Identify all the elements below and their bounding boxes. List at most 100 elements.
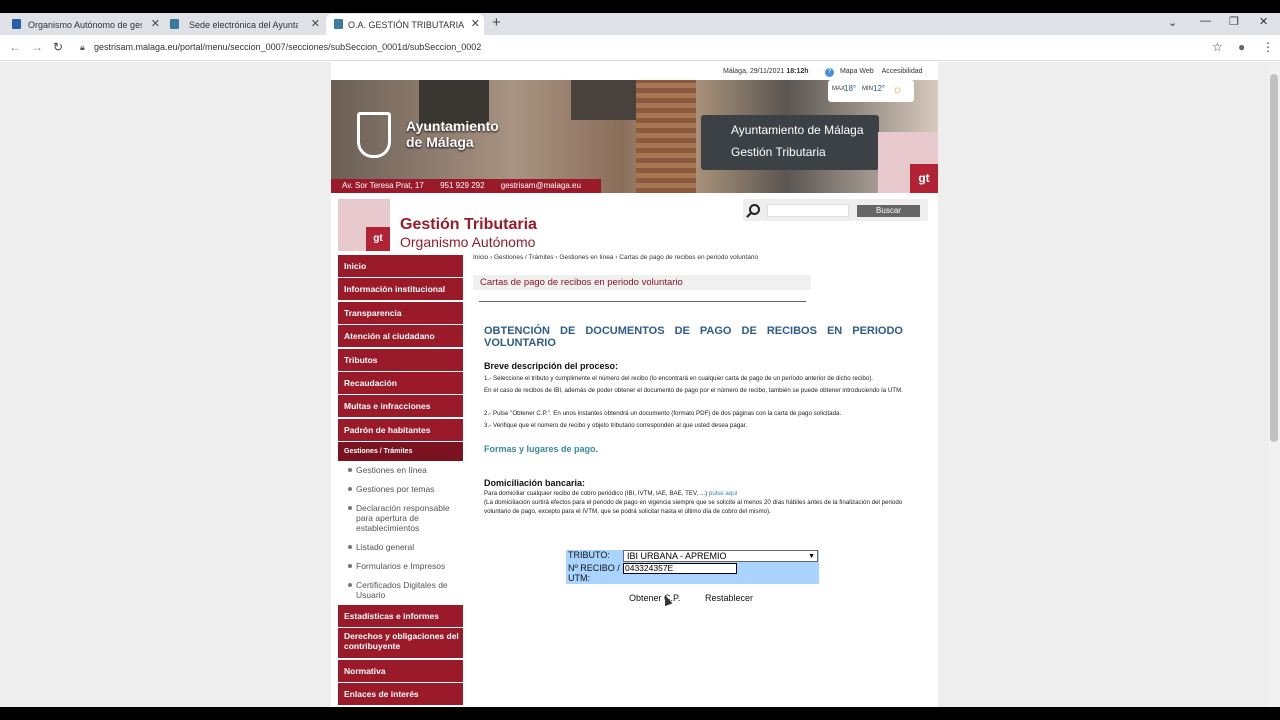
minimize-window-icon[interactable]: — bbox=[1200, 15, 1211, 27]
profile-avatar-icon[interactable]: ● bbox=[1238, 40, 1245, 54]
banner-title-line: Ayuntamiento bbox=[406, 118, 499, 134]
close-window-icon[interactable]: ✕ bbox=[1259, 15, 1268, 28]
tributo-label: TRIBUTO: bbox=[568, 550, 610, 560]
sidebar-item-tributos[interactable]: Tributos bbox=[338, 348, 463, 371]
recibo-input[interactable]: 043324357E bbox=[623, 563, 737, 574]
gt-logo-text: gt bbox=[910, 164, 938, 193]
sidebar-item-derechos[interactable]: Derechos y obligaciones del contribuyent… bbox=[338, 628, 463, 659]
browser-tab-2[interactable]: Sede electrónica del Ayuntamien ✕ bbox=[166, 14, 324, 35]
search-icon bbox=[749, 204, 760, 215]
screen-bottom-bar bbox=[0, 707, 1280, 720]
building-plaque: Ayuntamiento de Málaga Gestión Tributari… bbox=[701, 115, 879, 170]
submenu-item[interactable]: Listado general bbox=[338, 542, 463, 552]
page-scrollbar[interactable] bbox=[1268, 62, 1280, 707]
weather-min-label: MIN bbox=[862, 86, 873, 92]
site-favicon-icon bbox=[170, 19, 179, 29]
banner-brick-wall bbox=[636, 80, 696, 193]
banner-title[interactable]: Ayuntamiento de Málaga bbox=[406, 118, 499, 150]
reload-icon[interactable]: ↻ bbox=[53, 40, 63, 54]
restore-window-icon[interactable]: ❐ bbox=[1229, 15, 1239, 28]
sidebar-item-gestiones[interactable]: Gestiones / Trámites bbox=[338, 442, 463, 462]
domiciliacion-title: Domiciliación bancaria: bbox=[484, 478, 586, 488]
sidebar-item-recaudacion[interactable]: Recaudación bbox=[338, 371, 463, 394]
header-banner: Ayuntamiento de Málaga Ayuntamiento de M… bbox=[331, 80, 938, 193]
search-button[interactable]: Buscar bbox=[857, 205, 920, 217]
sidebar-item-padron[interactable]: Padrón de habitantes bbox=[338, 418, 463, 441]
tab-search-chevron-icon[interactable]: ⌄ bbox=[1168, 16, 1177, 29]
submenu-item[interactable]: Gestiones en línea bbox=[338, 465, 463, 475]
formas-lugares-pago-link[interactable]: Formas y lugares de pago. bbox=[484, 444, 598, 454]
page-title: Cartas de pago de recibos en periodo vol… bbox=[480, 277, 683, 288]
url-field[interactable]: gestrisam.malaga.eu/portal/menu/seccion_… bbox=[94, 42, 481, 52]
banner-window bbox=[571, 80, 641, 120]
gestion-tributaria-logo[interactable]: gt bbox=[338, 199, 390, 251]
close-tab-icon[interactable]: ✕ bbox=[151, 17, 160, 30]
new-tab-icon[interactable]: + bbox=[492, 14, 501, 31]
close-tab-icon[interactable]: ✕ bbox=[311, 17, 320, 30]
brand-subtitle[interactable]: Organismo Autónomo bbox=[400, 234, 535, 250]
browser-tab-3-active[interactable]: O.A. GESTIÓN TRIBUTARIA ✕ bbox=[326, 14, 484, 35]
domi-text-part: (La domiciliación surtirá efectos para e… bbox=[484, 499, 903, 515]
step-1: 1.- Seleccione el tributo y cumplimente … bbox=[484, 375, 874, 382]
weather-max: 18° bbox=[844, 84, 857, 93]
sidebar-item-atencion[interactable]: Atención al ciudadano bbox=[338, 325, 463, 348]
current-time: 18:12h bbox=[786, 68, 809, 75]
domiciliar-link[interactable]: pulse aquí bbox=[709, 490, 738, 497]
tributo-selected-value: IBI URBANA - APREMIO bbox=[627, 551, 727, 561]
site-favicon-icon bbox=[12, 19, 21, 29]
sidebar-menu: Inicio Información institucional Transpa… bbox=[338, 255, 463, 463]
contact-address: Av. Sor Teresa Prat, 17 bbox=[342, 181, 424, 190]
sidebar-item-normativa[interactable]: Normativa bbox=[338, 659, 463, 682]
process-title: Breve descripción del proceso: bbox=[484, 361, 619, 371]
main-heading-line2: VOLUNTARIO bbox=[484, 337, 556, 349]
mapa-web-link[interactable]: Mapa Web bbox=[840, 68, 874, 75]
submenu-item[interactable]: Declaración responsable para apertura de… bbox=[338, 503, 463, 533]
submenu-item[interactable]: Gestiones por temas bbox=[338, 484, 463, 494]
sidebar-item-enlaces[interactable]: Enlaces de interés bbox=[338, 683, 463, 706]
sidebar-item-transparencia[interactable]: Transparencia bbox=[338, 301, 463, 324]
obtener-cp-button[interactable]: Obtener C.P. bbox=[629, 593, 680, 603]
page-container: Málaga, 29/11/2021 18:12h ? Mapa Web Acc… bbox=[331, 62, 938, 707]
contact-bar: Av. Sor Teresa Prat, 17 951 929 292 gest… bbox=[331, 179, 601, 193]
scrollbar-thumb[interactable] bbox=[1270, 74, 1278, 442]
sun-cloud-icon: ☼ bbox=[892, 82, 903, 96]
help-icon[interactable]: ? bbox=[825, 68, 834, 77]
gt-logo: gt bbox=[878, 132, 938, 193]
sidebar-item-inicio[interactable]: Inicio bbox=[338, 255, 463, 277]
plaque-line: Gestión Tributaria bbox=[731, 145, 826, 159]
sidebar-item-informacion[interactable]: Información institucional bbox=[338, 278, 463, 301]
step-1-extra: En el caso de recibos de IBI, además de … bbox=[484, 387, 903, 394]
tab-title: Organismo Autónomo de gestió bbox=[28, 19, 142, 30]
page-viewport: Málaga, 29/11/2021 18:12h ? Mapa Web Acc… bbox=[0, 62, 1268, 707]
recibo-label: Nº RECIBO / UTM: bbox=[568, 563, 620, 583]
lock-icon[interactable]: 🔒︎ bbox=[80, 42, 85, 53]
sidebar-submenu: Gestiones en línea Gestiones por temas D… bbox=[338, 462, 463, 600]
search-input[interactable] bbox=[767, 204, 849, 217]
forward-arrow-icon[interactable]: → bbox=[31, 40, 43, 54]
domi-text-part: Para domiciliar cualquier recibo de cobr… bbox=[484, 490, 708, 497]
step-3: 3.- Verifique que el número de recibo y … bbox=[484, 422, 748, 429]
sidebar-item-estadisticas[interactable]: Estadísticas e informes bbox=[338, 605, 463, 627]
back-arrow-icon[interactable]: ← bbox=[9, 40, 21, 54]
chevron-down-icon: ▼ bbox=[808, 553, 815, 560]
weather-widget: MAX 18° MIN 12° ☼ bbox=[828, 80, 914, 102]
contact-email-link[interactable]: gestrisam@malaga.eu bbox=[501, 181, 581, 190]
sidebar-item-multas[interactable]: Multas e infracciones bbox=[338, 395, 463, 418]
tributo-select[interactable]: IBI URBANA - APREMIO ▼ bbox=[623, 550, 818, 562]
breadcrumb[interactable]: Inicio › Gestiones / Trámites › Gestione… bbox=[473, 254, 758, 261]
accesibilidad-link[interactable]: Accesibilidad bbox=[882, 68, 923, 75]
close-tab-icon[interactable]: ✕ bbox=[471, 17, 480, 30]
sidebar-menu-bottom: Estadísticas e informes Derechos y oblig… bbox=[338, 605, 463, 707]
bookmark-star-icon[interactable]: ☆ bbox=[1212, 40, 1223, 54]
screen-top-bar bbox=[0, 0, 1280, 13]
submenu-item[interactable]: Certificados Digitales de Usuario bbox=[338, 580, 463, 600]
restablecer-button[interactable]: Restablecer bbox=[705, 593, 753, 603]
weather-min: 12° bbox=[873, 84, 886, 93]
submenu-item[interactable]: Formularios e Impresos bbox=[338, 561, 463, 571]
step-2: 2.- Pulse "Obtener C.P.". En unos instan… bbox=[484, 410, 842, 417]
brand-title[interactable]: Gestión Tributaria bbox=[400, 216, 537, 234]
logo-text: gt bbox=[366, 227, 390, 251]
divider bbox=[479, 301, 806, 302]
browser-tab-1[interactable]: Organismo Autónomo de gestió ✕ bbox=[8, 14, 164, 35]
browser-menu-icon[interactable]: ⋮ bbox=[1262, 40, 1274, 54]
